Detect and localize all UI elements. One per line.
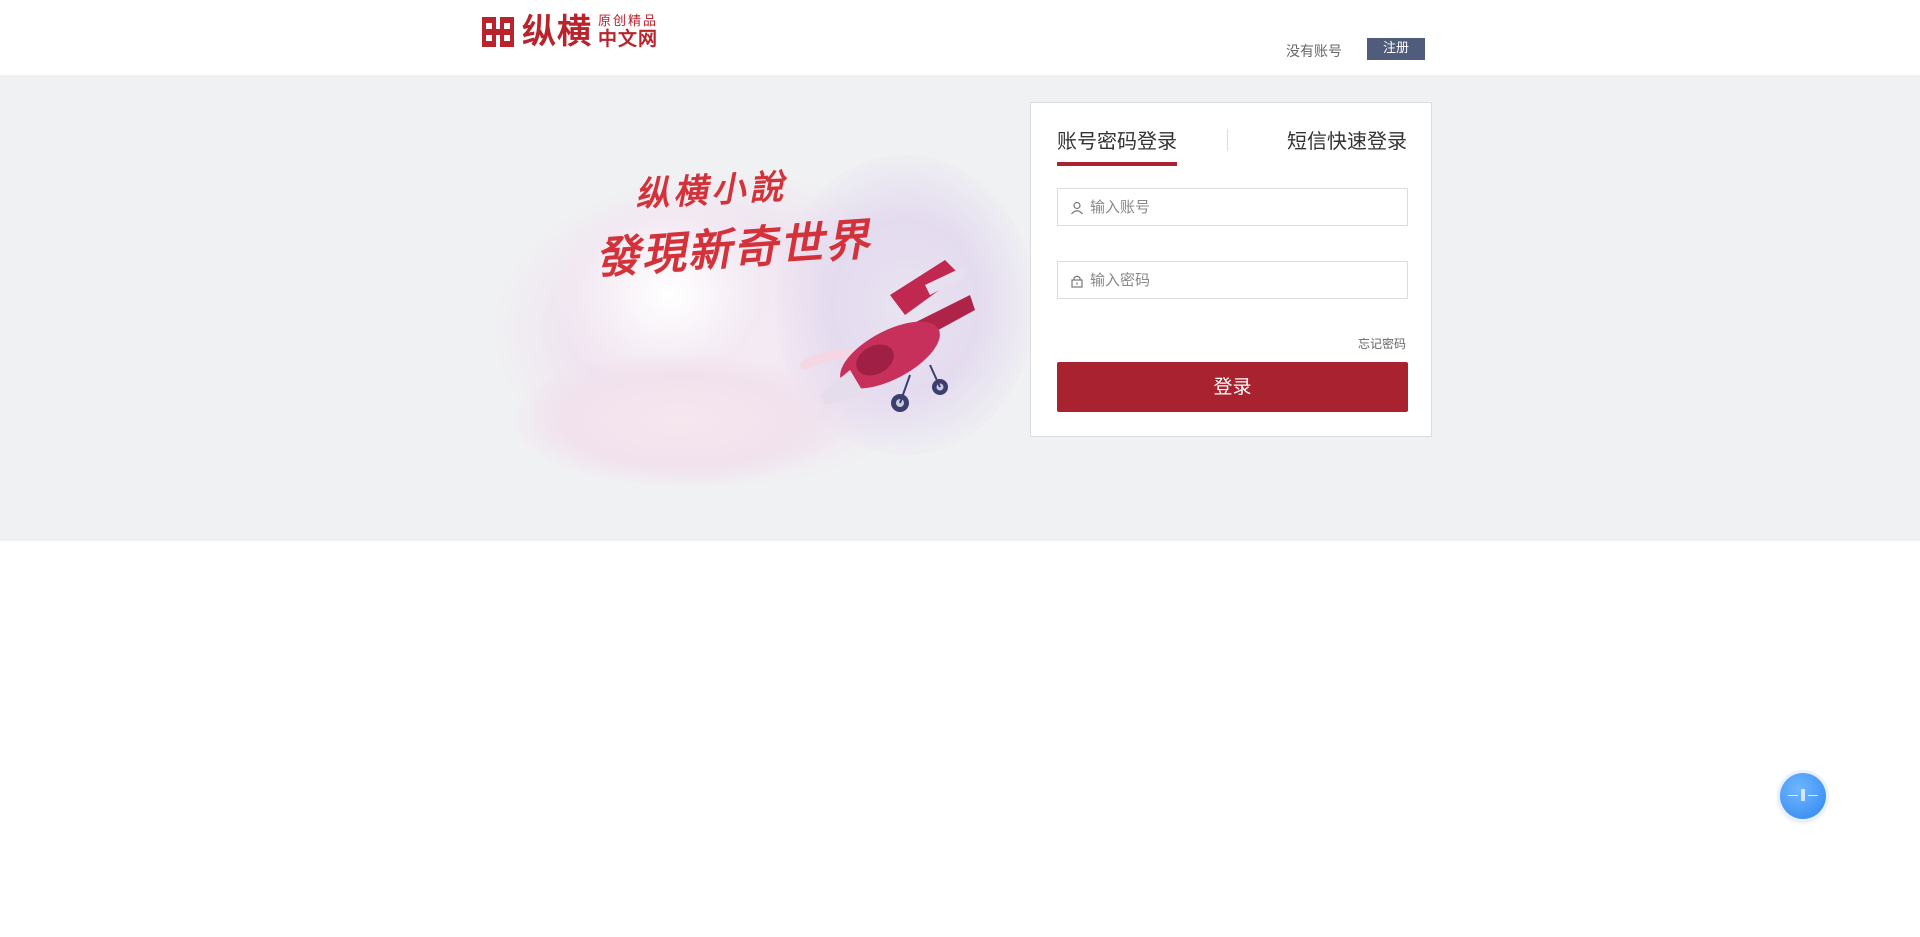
tab-sms-login[interactable]: 短信快速登录 — [1287, 125, 1407, 162]
login-button[interactable]: 登录 — [1057, 362, 1408, 412]
password-input[interactable] — [1090, 271, 1390, 289]
forgot-password-link[interactable]: 忘记密码 — [1358, 335, 1406, 352]
logo-text-main: 纵横 — [522, 12, 592, 52]
register-button[interactable]: 注册 — [1367, 38, 1425, 60]
logo-text-sub-top: 原创精品 — [598, 14, 659, 29]
account-field[interactable] — [1057, 188, 1408, 226]
logo-text-sub-bottom: 中文网 — [598, 28, 659, 50]
account-input[interactable] — [1090, 198, 1390, 216]
tab-divider — [1227, 129, 1228, 151]
hero-slogan-line1: 纵横小說 — [634, 167, 789, 215]
biplane-icon — [800, 260, 975, 412]
login-tabs: 账号密码登录 短信快速登录 — [1057, 125, 1407, 166]
site-logo[interactable]: 纵横 原创精品 中文网 — [482, 12, 658, 52]
lock-icon — [1070, 273, 1084, 288]
top-header: 纵横 原创精品 中文网 没有账号 注册 — [0, 0, 1920, 75]
no-account-text: 没有账号 — [1286, 44, 1342, 60]
tab-account-password[interactable]: 账号密码登录 — [1057, 125, 1177, 166]
logo-mark-icon — [482, 15, 516, 49]
hero-illustration: 纵横小說 發現新奇世界 — [475, 135, 1035, 515]
login-panel: 账号密码登录 短信快速登录 忘记密码 登录 — [1030, 102, 1432, 437]
password-field[interactable] — [1057, 261, 1408, 299]
assistant-float-button[interactable] — [1780, 773, 1826, 819]
user-icon — [1070, 200, 1084, 215]
